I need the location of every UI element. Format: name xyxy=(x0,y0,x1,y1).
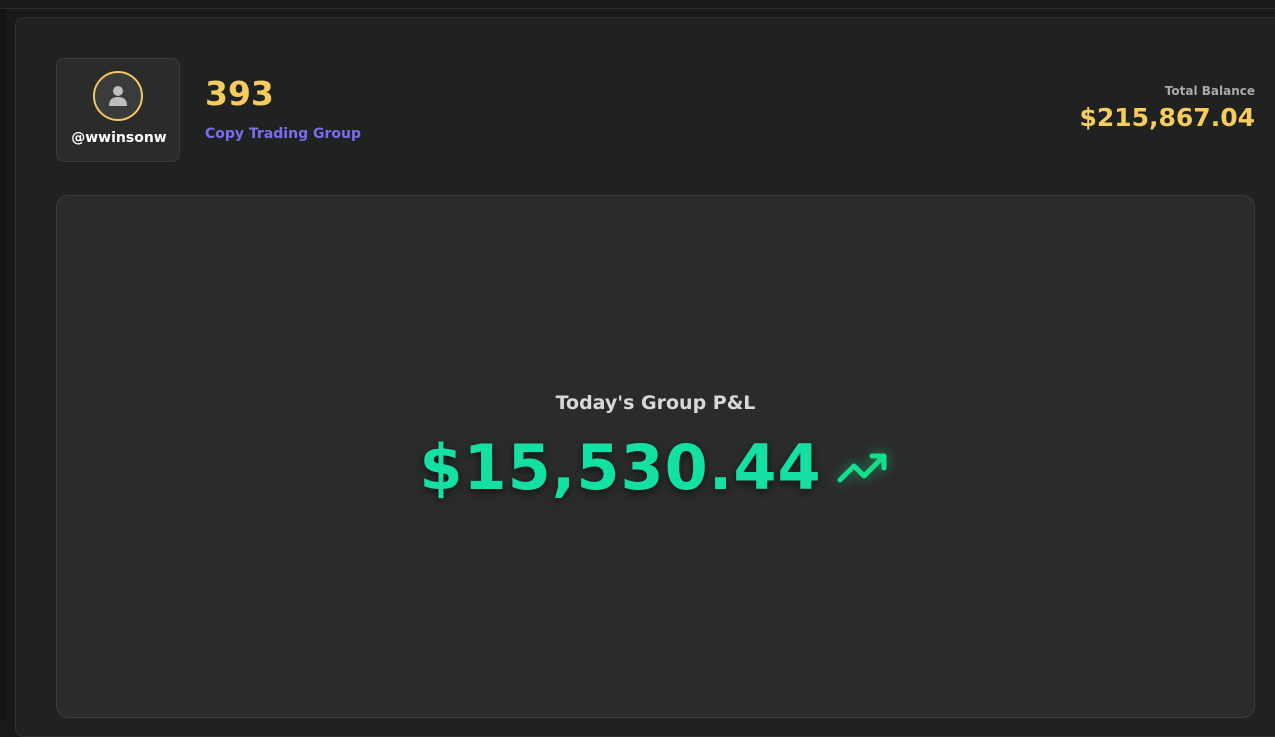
group-label[interactable]: Copy Trading Group xyxy=(205,126,361,142)
pnl-label: Today's Group P&L xyxy=(555,392,756,414)
top-bar xyxy=(0,0,1275,9)
trending-up-icon xyxy=(837,453,887,483)
pnl-value: $15,530.44 xyxy=(419,431,822,504)
avatar[interactable] xyxy=(93,71,143,121)
username-handle: @wwinsonw xyxy=(71,130,167,146)
user-icon xyxy=(109,86,127,106)
left-edge-strip xyxy=(0,9,6,720)
pnl-row: $15,530.44 xyxy=(57,428,1254,508)
total-balance-value: $215,867.04 xyxy=(1079,103,1255,132)
pnl-card: Today's Group P&L $15,530.44 xyxy=(56,195,1255,718)
group-member-count: 393 xyxy=(205,74,274,113)
profile-card[interactable]: @wwinsonw xyxy=(56,58,180,162)
total-balance-label: Total Balance xyxy=(1164,84,1255,98)
